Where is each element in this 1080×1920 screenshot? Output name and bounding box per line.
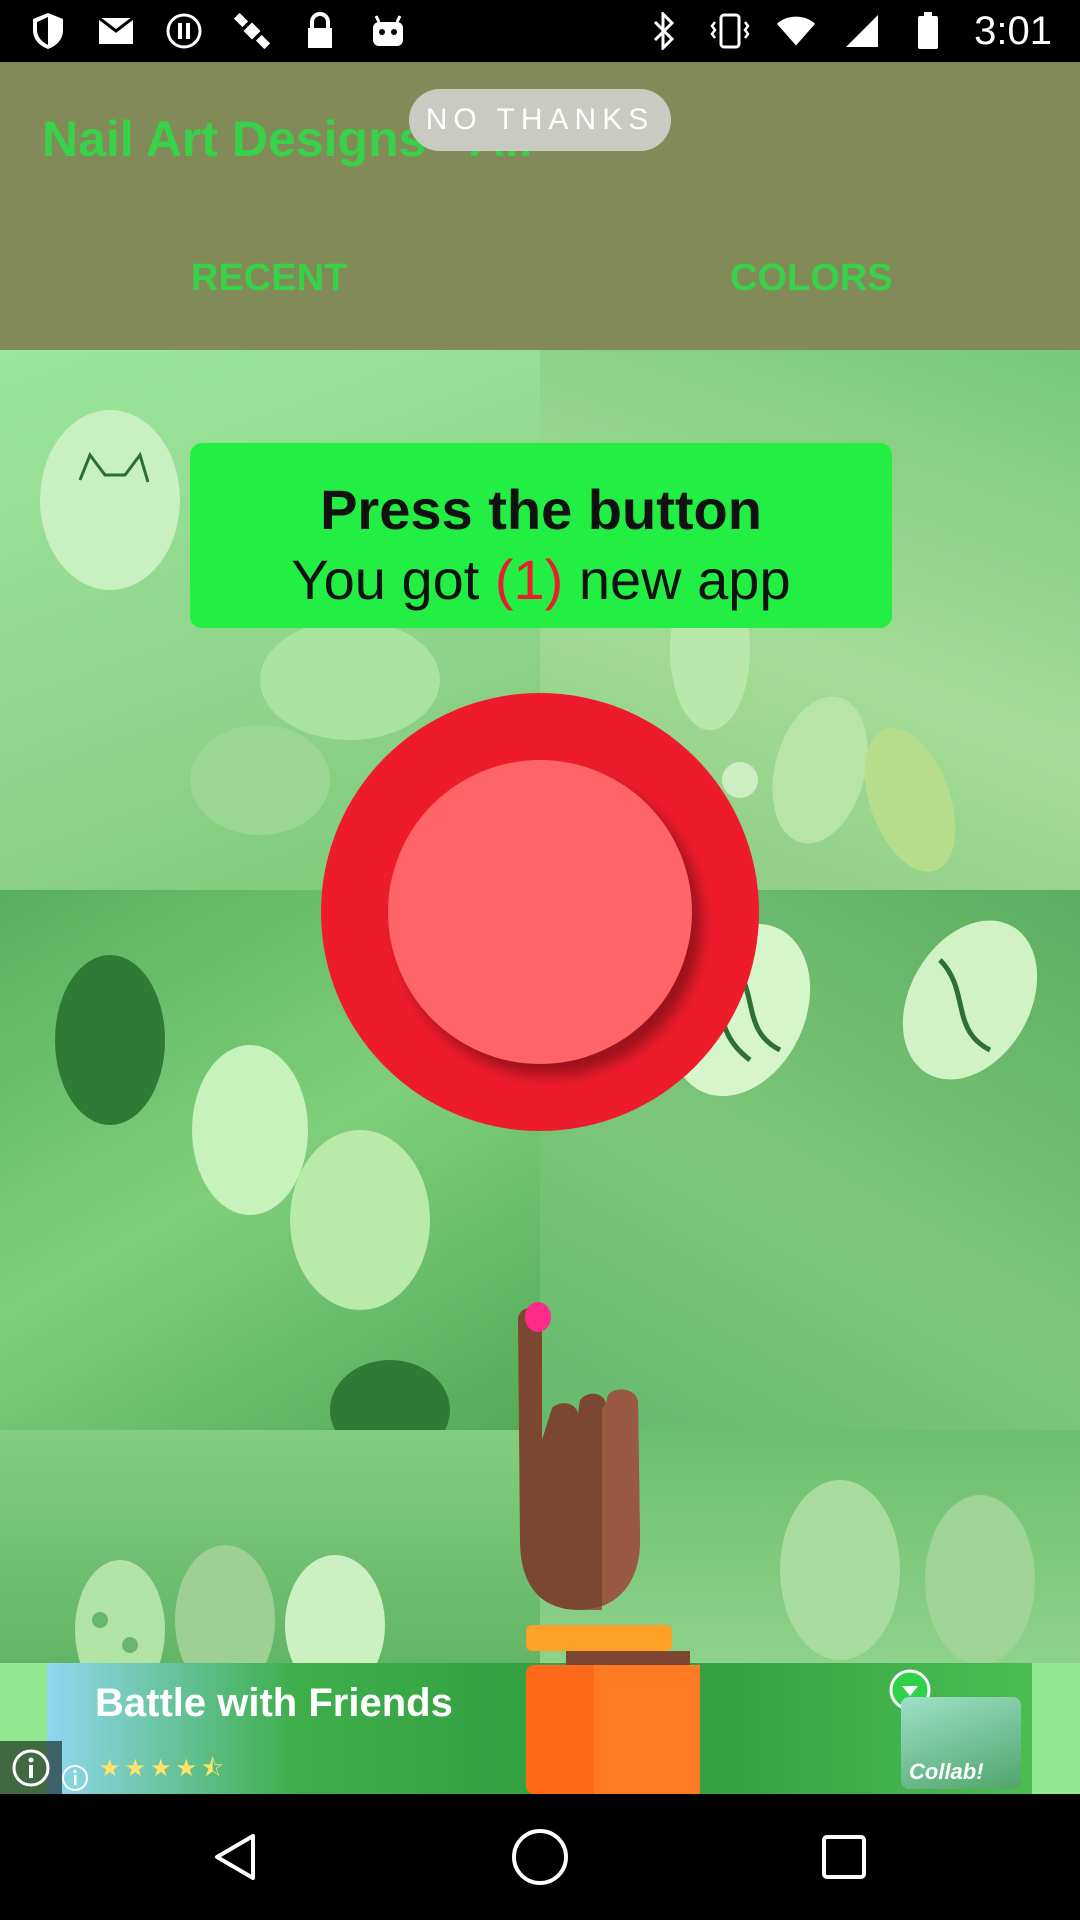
home-button[interactable]	[510, 1827, 570, 1887]
ad-art-label: Collab!	[909, 1759, 984, 1784]
status-bar: 3:01	[0, 0, 1080, 62]
back-triangle-icon	[215, 1834, 255, 1880]
wifi-icon	[776, 11, 816, 51]
battery-icon	[908, 11, 948, 51]
android-icon	[368, 11, 408, 51]
big-red-button-face[interactable]	[388, 760, 692, 1064]
tab-colors[interactable]: COLORS	[730, 257, 893, 300]
status-right-icons: 3:01	[644, 9, 1052, 54]
vibrate-icon	[710, 11, 750, 51]
screen: 3:01 Nail Art Designs - All RECENT COLOR…	[0, 0, 1080, 1920]
clock: 3:01	[974, 8, 1052, 53]
shield-icon	[28, 11, 68, 51]
prompt-title: Press the button	[320, 478, 762, 541]
status-left-icons	[28, 11, 408, 51]
navigation-bar	[0, 1794, 1080, 1920]
big-red-button[interactable]	[321, 693, 759, 1131]
prompt-sub-prefix: You got	[291, 548, 495, 611]
ad-info-icon[interactable]	[0, 1741, 62, 1794]
home-circle-icon	[512, 1829, 568, 1885]
pause-icon	[164, 11, 204, 51]
lock-icon	[300, 11, 340, 51]
ad-rating-stars: ★★★★⯪	[99, 1755, 228, 1782]
satellite-icon	[232, 11, 272, 51]
recents-button[interactable]	[814, 1827, 874, 1887]
prompt-sub-suffix: new app	[563, 548, 791, 611]
pointing-hand-icon	[518, 1302, 700, 1794]
signal-icon	[842, 11, 882, 51]
no-thanks-button[interactable]: NO THANKS	[409, 89, 671, 151]
prompt-subtitle: You got (1) new app	[190, 547, 892, 612]
recents-square-icon	[822, 1835, 866, 1879]
new-app-count: (1)	[494, 548, 564, 611]
back-button[interactable]	[206, 1827, 266, 1887]
prompt-card: Press the button You got (1) new app	[190, 443, 892, 628]
bluetooth-icon	[644, 11, 684, 51]
ad-headline: Battle with Friends	[95, 1681, 453, 1725]
nail-image-tile[interactable]	[0, 1430, 540, 1663]
message-icon	[96, 11, 136, 51]
tab-recent[interactable]: RECENT	[191, 257, 347, 300]
ad-choices-icon[interactable]	[60, 1763, 90, 1793]
